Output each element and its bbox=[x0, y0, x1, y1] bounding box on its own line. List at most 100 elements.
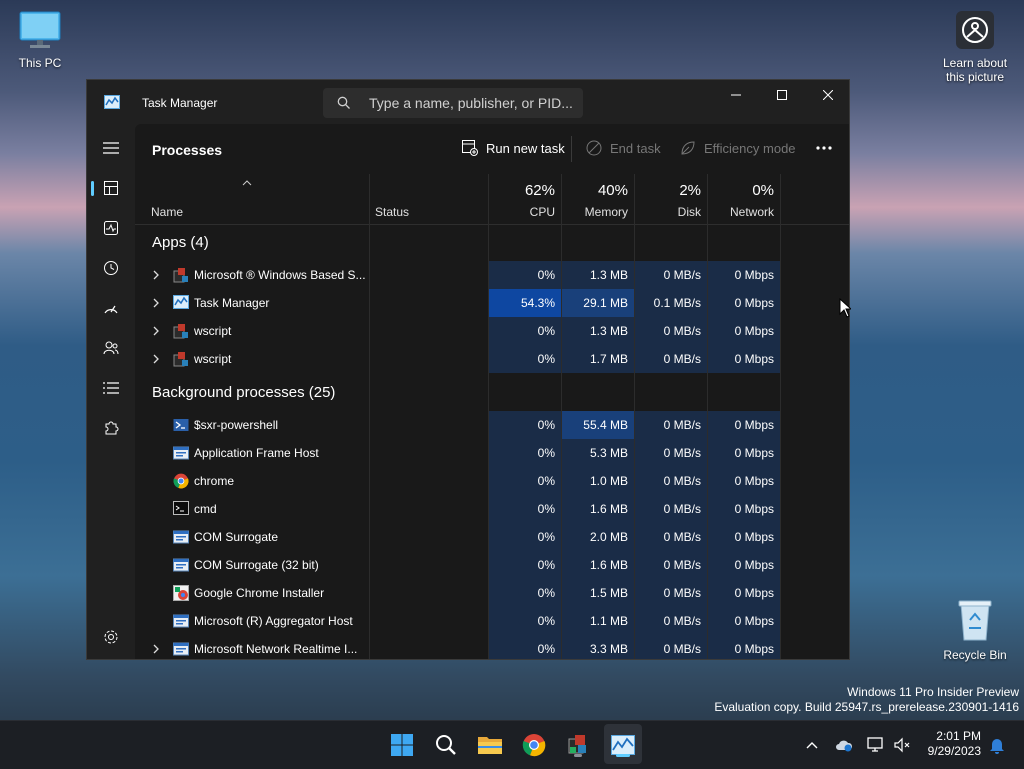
mem-cell: 1.6 MB bbox=[562, 551, 634, 579]
desktop-icon-learn-picture[interactable]: Learn about this picture bbox=[935, 10, 1015, 84]
sidebar-item-settings[interactable] bbox=[93, 621, 129, 653]
network-column-header[interactable]: 0% Network bbox=[708, 174, 780, 224]
mem-cell: 1.0 MB bbox=[562, 467, 634, 495]
sidebar-item-startup-apps[interactable] bbox=[93, 292, 129, 324]
status-column-header[interactable]: Status bbox=[370, 174, 488, 224]
process-name: cmd bbox=[194, 502, 217, 516]
process-name: $sxr-powershell bbox=[194, 418, 279, 432]
performance-icon bbox=[104, 221, 118, 235]
taskbar-script-host[interactable] bbox=[562, 729, 594, 761]
tray-volume[interactable] bbox=[887, 729, 917, 761]
process-row[interactable]: $sxr-powershell 0% 55.4 MB 0 MB/s 0 Mbps bbox=[135, 411, 781, 439]
gear-icon bbox=[104, 630, 118, 644]
run-new-task-button[interactable]: Run new task bbox=[462, 140, 565, 156]
process-row[interactable]: chrome 0% 1.0 MB 0 MB/s 0 Mbps bbox=[135, 467, 781, 495]
cpu-column-label: CPU bbox=[529, 205, 555, 219]
maximize-button[interactable] bbox=[759, 80, 805, 110]
title-bar[interactable]: Task Manager bbox=[87, 80, 849, 124]
net-cell: 0 Mbps bbox=[708, 523, 780, 551]
minimize-button[interactable] bbox=[713, 80, 759, 110]
disk-cell: 0 MB/s bbox=[635, 261, 707, 289]
net-cell: 0 Mbps bbox=[708, 467, 780, 495]
process-row[interactable]: Microsoft Network Realtime I... 0% 3.3 MB 0… bbox=[135, 635, 781, 659]
sidebar-item-performance[interactable] bbox=[93, 212, 129, 244]
net-cell: 0 Mbps bbox=[708, 289, 780, 317]
efficiency-mode-label: Efficiency mode bbox=[704, 140, 796, 156]
chevron-right-icon[interactable] bbox=[152, 353, 160, 365]
cpu-cell: 0% bbox=[489, 439, 561, 467]
process-name: Google Chrome Installer bbox=[194, 586, 325, 600]
show-hidden-icons-button[interactable] bbox=[797, 729, 827, 761]
process-row[interactable]: Task Manager 54.3% 29.1 MB 0.1 MB/s 0 Mbps bbox=[135, 289, 781, 317]
disk-cell: 0 MB/s bbox=[635, 467, 707, 495]
process-row[interactable]: Google Chrome Installer 0% 1.5 MB 0 MB/s 0 M… bbox=[135, 579, 781, 607]
chevron-right-icon[interactable] bbox=[152, 297, 160, 309]
cloud-sync-icon bbox=[836, 740, 853, 752]
taskbar-chrome[interactable] bbox=[518, 729, 550, 761]
start-button[interactable] bbox=[386, 729, 418, 761]
process-row[interactable]: wscript 0% 1.3 MB 0 MB/s 0 Mbps bbox=[135, 317, 781, 345]
tray-onedrive[interactable] bbox=[829, 729, 859, 761]
sidebar bbox=[87, 124, 135, 659]
task-manager-icon bbox=[104, 95, 120, 109]
taskbar-file-explorer[interactable] bbox=[474, 729, 506, 761]
window-title: Task Manager bbox=[142, 96, 218, 110]
disk-cell: 0 MB/s bbox=[635, 411, 707, 439]
disk-column-header[interactable]: 2% Disk bbox=[635, 174, 707, 224]
processes-page: Processes Run new task End task Efficien… bbox=[135, 124, 849, 659]
taskbar-search-button[interactable] bbox=[430, 729, 462, 761]
search-box[interactable] bbox=[323, 88, 583, 118]
chrome-icon bbox=[522, 734, 546, 757]
name-column-header[interactable]: Name bbox=[135, 174, 369, 224]
process-row[interactable]: wscript 0% 1.7 MB 0 MB/s 0 Mbps bbox=[135, 345, 781, 373]
desktop-icon-this-pc[interactable]: This PC bbox=[0, 10, 80, 70]
notification-button[interactable] bbox=[984, 729, 1010, 761]
close-button[interactable] bbox=[805, 80, 849, 110]
sidebar-item-processes[interactable] bbox=[91, 172, 129, 204]
desktop-icon-recycle-bin[interactable]: Recycle Bin bbox=[935, 598, 1015, 662]
sidebar-item-app-history[interactable] bbox=[93, 252, 129, 284]
process-row[interactable]: Application Frame Host 0% 5.3 MB 0 MB/s 0 Mb… bbox=[135, 439, 781, 467]
app-frame-icon bbox=[173, 557, 189, 573]
sidebar-item-services[interactable] bbox=[93, 412, 129, 444]
startup-gauge-icon bbox=[104, 305, 118, 314]
details-list-icon bbox=[103, 382, 119, 394]
chevron-right-icon[interactable] bbox=[152, 325, 160, 337]
sidebar-item-users[interactable] bbox=[93, 332, 129, 364]
more-options-button[interactable] bbox=[816, 146, 832, 150]
process-row[interactable]: Microsoft ® Windows Based S... 0% 1.3 MB 0 … bbox=[135, 261, 781, 289]
windows-script-icon bbox=[173, 267, 189, 283]
taskbar-task-manager[interactable] bbox=[607, 729, 639, 761]
memory-column-header[interactable]: 40% Memory bbox=[562, 174, 634, 224]
hamburger-menu-button[interactable] bbox=[93, 132, 129, 164]
chevron-right-icon[interactable] bbox=[152, 269, 160, 281]
process-row[interactable]: COM Surrogate (32 bit) 0% 1.6 MB 0 MB/s 0 Mb… bbox=[135, 551, 781, 579]
process-row[interactable]: COM Surrogate 0% 2.0 MB 0 MB/s 0 Mbps bbox=[135, 523, 781, 551]
disk-cell: 0 MB/s bbox=[635, 345, 707, 373]
taskbar-clock[interactable]: 2:01 PM 9/29/2023 bbox=[928, 729, 981, 759]
disk-cell: 0 MB/s bbox=[635, 551, 707, 579]
mem-cell: 1.7 MB bbox=[562, 345, 634, 373]
cmd-icon bbox=[173, 501, 189, 517]
net-cell: 0 Mbps bbox=[708, 261, 780, 289]
sidebar-item-details[interactable] bbox=[93, 372, 129, 404]
powershell-icon bbox=[173, 417, 189, 433]
process-row[interactable]: Microsoft (R) Aggregator Host 0% 1.1 MB 0 M… bbox=[135, 607, 781, 635]
search-input[interactable] bbox=[369, 93, 574, 113]
efficiency-mode-button[interactable]: Efficiency mode bbox=[680, 140, 796, 156]
end-task-button[interactable]: End task bbox=[586, 140, 661, 156]
chevron-up-icon bbox=[806, 742, 818, 749]
this-pc-label: This PC bbox=[18, 56, 62, 70]
disk-cell: 0 MB/s bbox=[635, 607, 707, 635]
app-frame-icon bbox=[173, 613, 189, 629]
cpu-column-header[interactable]: 62% CPU bbox=[489, 174, 561, 224]
group-header-background: Background processes (25) bbox=[152, 384, 336, 401]
process-row[interactable]: cmd 0% 1.6 MB 0 MB/s 0 Mbps bbox=[135, 495, 781, 523]
cpu-cell: 0% bbox=[489, 495, 561, 523]
bell-icon bbox=[990, 739, 1004, 754]
recycle-bin-label: Recycle Bin bbox=[943, 648, 1007, 662]
installer-icon bbox=[173, 585, 189, 601]
process-name: Microsoft Network Realtime I... bbox=[194, 642, 358, 656]
chevron-right-icon[interactable] bbox=[152, 643, 160, 655]
cpu-total-percent: 62% bbox=[524, 182, 555, 199]
